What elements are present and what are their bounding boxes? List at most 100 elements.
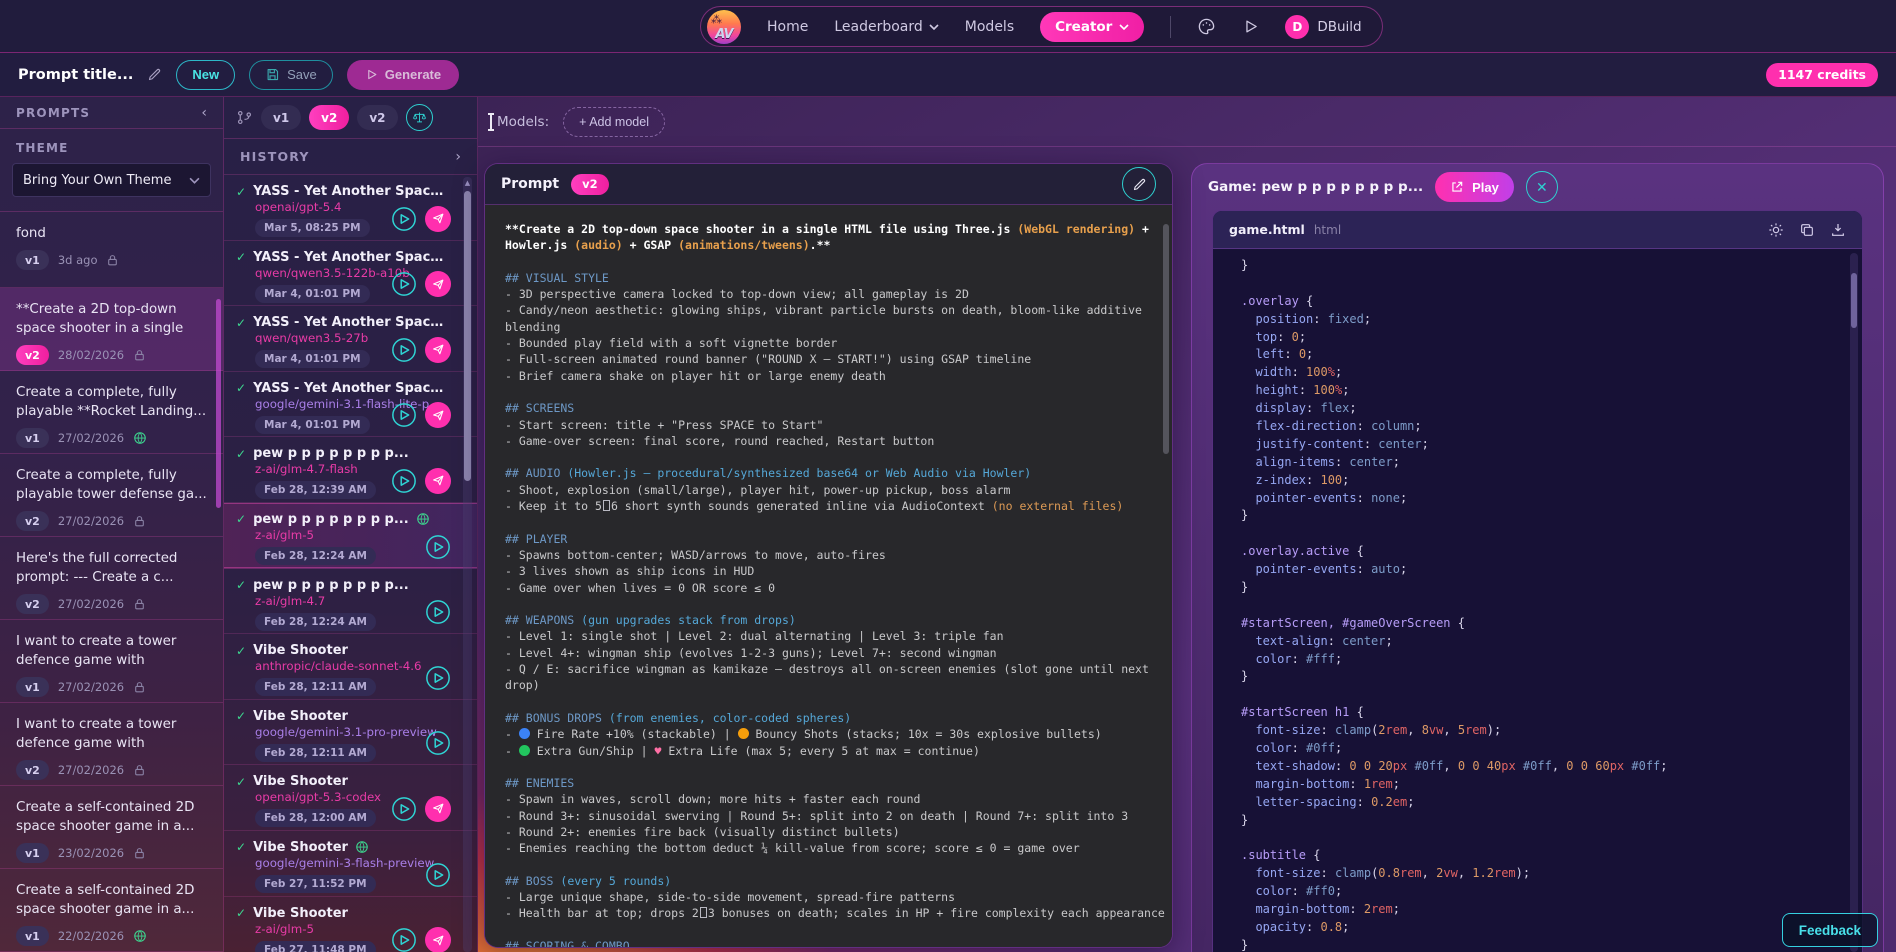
publish-history-button[interactable] — [425, 468, 451, 494]
run-history-button[interactable] — [391, 927, 417, 952]
prompt-item-date: 27/02/2026 — [58, 597, 124, 611]
prompt-line: - Spawn in waves, scroll down; more hits… — [505, 791, 1158, 807]
history-item[interactable]: ✓ YASS - Yet Another Space Shooter opena… — [224, 175, 477, 241]
run-history-button[interactable] — [391, 206, 417, 232]
run-history-button[interactable] — [425, 862, 451, 888]
lock-icon — [133, 598, 146, 611]
nav-item-models[interactable]: Models — [965, 19, 1014, 35]
scroll-up-arrow[interactable]: ▲ — [463, 179, 472, 187]
prompt-list-item[interactable]: Create a complete, fully playable **Rock… — [0, 371, 223, 454]
nav-item-leaderboard[interactable]: Leaderboard — [834, 19, 938, 35]
code-scrollbar[interactable] — [1850, 253, 1858, 952]
generate-play-icon — [365, 68, 378, 81]
code-scroll-thumb[interactable] — [1851, 273, 1857, 328]
history-item[interactable]: ✓ YASS - Yet Another Space Shooter qwen/… — [224, 306, 477, 372]
history-item[interactable]: ✓ YASS - Yet Another Space Shooter qwen/… — [224, 241, 477, 307]
user-menu[interactable]: D DBuild — [1285, 15, 1361, 39]
play-circle-icon — [391, 927, 417, 952]
save-button[interactable]: Save — [249, 60, 333, 90]
publish-history-button[interactable] — [425, 206, 451, 232]
prompt-list-item[interactable]: fond v1 3d ago — [0, 212, 223, 288]
edit-title-icon[interactable] — [147, 67, 162, 82]
feedback-button[interactable]: Feedback — [1782, 913, 1878, 947]
run-history-button[interactable] — [425, 534, 451, 560]
new-button[interactable]: New — [176, 60, 235, 90]
creator-button[interactable]: Creator — [1040, 12, 1144, 42]
history-item[interactable]: ✓ Vibe Shooter z-ai/glm-5 Feb 27, 11:48 … — [224, 897, 477, 952]
publish-history-button[interactable] — [425, 402, 451, 428]
version-tab-v1[interactable]: v1 — [261, 105, 301, 130]
run-history-button[interactable] — [391, 271, 417, 297]
play-circle-icon — [391, 796, 417, 822]
nav-item-home[interactable]: Home — [767, 19, 808, 35]
download-code-button[interactable] — [1830, 222, 1846, 238]
prompt-line: - Brief camera shake on player hit or la… — [505, 368, 1158, 384]
code-line: } — [1241, 579, 1862, 597]
save-icon — [265, 67, 280, 82]
brand-logo[interactable]: ⁂ AV — [707, 10, 741, 44]
play-game-button[interactable]: Play — [1435, 172, 1514, 202]
theme-toggle-button[interactable] — [1768, 222, 1784, 238]
prompt-list-item[interactable]: Create a self-contained 2D space shooter… — [0, 786, 223, 869]
publish-history-button[interactable] — [425, 337, 451, 363]
lock-icon — [133, 515, 146, 528]
history-item[interactable]: ✓ pew p p p p p p p p... z-ai/glm-4.7 Fe… — [224, 569, 477, 635]
run-history-button[interactable] — [391, 468, 417, 494]
history-item[interactable]: ✓ YASS - Yet Another Space Shooter googl… — [224, 372, 477, 438]
prompt-text-editor[interactable]: **Create a 2D top-down space shooter in … — [485, 205, 1172, 947]
history-item[interactable]: ✓ Vibe Shooter google/gemini-3-flash-pre… — [224, 831, 477, 897]
run-history-button[interactable] — [391, 402, 417, 428]
prompt-list-item[interactable]: I want to create a tower defence game wi… — [0, 703, 223, 786]
collapse-sidebar-icon[interactable]: ‹ — [201, 105, 207, 121]
prompt-list-item[interactable]: Create a self-contained 2D space shooter… — [0, 869, 223, 952]
history-item[interactable]: ✓ pew p p p p p p p p... z-ai/glm-5 Feb … — [224, 503, 477, 569]
prompt-line: - Keep it to 56 short synth sounds gener… — [505, 498, 1158, 514]
run-history-button[interactable] — [391, 796, 417, 822]
generate-button[interactable]: Generate — [347, 60, 459, 90]
publish-history-button[interactable] — [425, 796, 451, 822]
history-item[interactable]: ✓ Vibe Shooter google/gemini-3.1-pro-pre… — [224, 700, 477, 766]
prompt-title[interactable]: Prompt title... — [18, 67, 133, 83]
sidebar-scrollbar[interactable] — [216, 299, 221, 508]
version-tab-v2[interactable]: v2 — [357, 105, 397, 130]
run-history-button[interactable] — [425, 599, 451, 625]
creator-label: Creator — [1055, 19, 1112, 35]
prompt-list-item[interactable]: Here's the full corrected prompt: --- Cr… — [0, 537, 223, 620]
copy-code-button[interactable] — [1799, 222, 1815, 238]
history-item-title: YASS - Yet Another Space Shooter — [253, 184, 451, 199]
history-item[interactable]: ✓ Vibe Shooter anthropic/claude-sonnet-4… — [224, 634, 477, 700]
prompt-list-item[interactable]: I want to create a tower defence game wi… — [0, 620, 223, 703]
check-icon: ✓ — [236, 578, 246, 592]
prompt-line: - Spawns bottom-center; WASD/arrows to m… — [505, 547, 1158, 563]
prompt-list-item[interactable]: **Create a 2D top-down space shooter in … — [0, 288, 223, 371]
edit-prompt-button[interactable] — [1122, 167, 1156, 201]
prompt-card-header: Prompt v2 — [485, 164, 1172, 205]
prompt-line: - 3D perspective camera locked to top-do… — [505, 286, 1158, 302]
credits-badge[interactable]: 1147 credits — [1766, 63, 1878, 87]
version-tab-v2[interactable]: v2 — [309, 105, 349, 130]
code-line: } — [1241, 812, 1862, 830]
code-viewer[interactable]: } .overlay { position: fixed; top: 0; le… — [1213, 249, 1862, 952]
publish-history-button[interactable] — [425, 927, 451, 952]
publish-history-button[interactable] — [425, 271, 451, 297]
theme-select[interactable]: Bring Your Own Theme — [12, 163, 211, 197]
code-line: display: flex; — [1241, 400, 1862, 418]
close-game-button[interactable]: ✕ — [1526, 171, 1558, 203]
play-nav-icon[interactable] — [1242, 18, 1259, 35]
collapse-history-icon[interactable]: › — [455, 149, 461, 165]
add-model-button[interactable]: + Add model — [563, 107, 665, 137]
history-item-actions — [425, 599, 451, 625]
compare-versions-button[interactable] — [406, 104, 433, 131]
run-history-button[interactable] — [425, 665, 451, 691]
run-history-button[interactable] — [425, 730, 451, 756]
history-item[interactable]: ✓ pew p p p p p p p p... z-ai/glm-4.7-fl… — [224, 437, 477, 503]
theme-palette-icon[interactable] — [1197, 17, 1216, 36]
history-scrollbar[interactable]: ▲ — [463, 177, 472, 952]
history-item[interactable]: ✓ Vibe Shooter openai/gpt-5.3-codex Feb … — [224, 765, 477, 831]
history-scroll-thumb[interactable] — [464, 191, 471, 481]
lock-icon — [133, 681, 146, 694]
prompt-list-item[interactable]: Create a complete, fully playable tower … — [0, 454, 223, 537]
run-history-button[interactable] — [391, 337, 417, 363]
prompt-scrollbar[interactable] — [1163, 224, 1169, 454]
prompt-item-title: Create a complete, fully playable tower … — [16, 466, 207, 504]
